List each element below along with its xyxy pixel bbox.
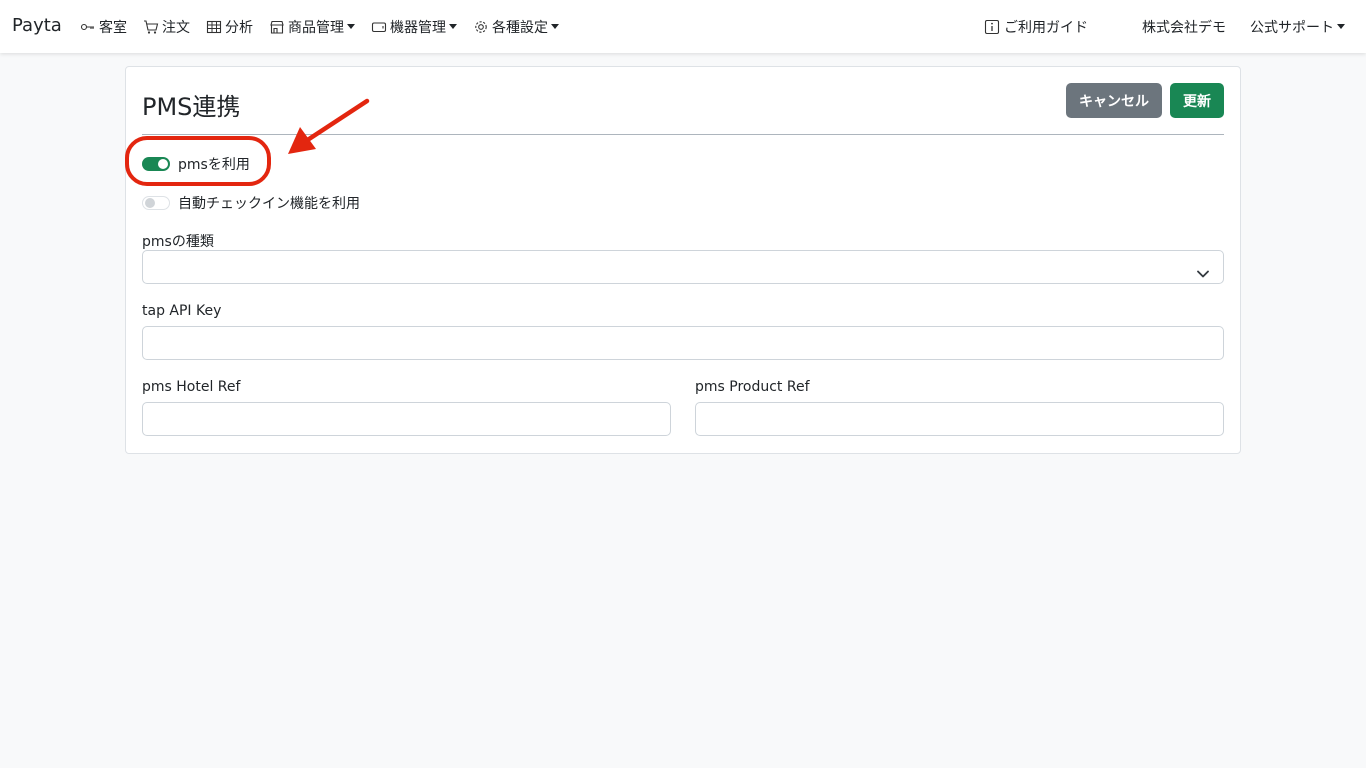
- chevron-down-icon: [1197, 263, 1209, 282]
- use-pms-row: pmsを利用: [142, 154, 250, 174]
- pms-type-label: pmsの種類: [142, 234, 214, 250]
- gear-icon: [473, 19, 489, 35]
- chevron-down-icon: [1337, 24, 1345, 29]
- pms-hotel-ref-input[interactable]: [142, 402, 671, 436]
- tap-api-key-input[interactable]: [142, 326, 1224, 360]
- nav-label: 機器管理: [390, 19, 446, 36]
- chevron-down-icon: [551, 24, 559, 29]
- shop-icon: [269, 19, 285, 35]
- device-icon: [371, 19, 387, 35]
- pms-settings-card: PMS連携 キャンセル 更新 pmsを利用 自動チェックイン機能を利用 pmsの…: [125, 66, 1241, 454]
- info-icon: [984, 19, 1000, 35]
- nav-support-dropdown[interactable]: 公式サポート: [1250, 0, 1345, 53]
- cart-icon: [143, 19, 159, 35]
- support-label: 公式サポート: [1250, 19, 1334, 36]
- nav-item-settings[interactable]: 各種設定: [473, 17, 559, 37]
- pms-product-ref-label: pms Product Ref: [695, 379, 810, 395]
- nav-item-devices[interactable]: 機器管理: [371, 17, 457, 37]
- auto-checkin-toggle[interactable]: [142, 196, 170, 210]
- nav-guide-label: ご利用ガイド: [1004, 19, 1088, 36]
- use-pms-label[interactable]: pmsを利用: [178, 154, 250, 174]
- nav-item-orders[interactable]: 注文: [143, 17, 190, 37]
- nav-item-analytics[interactable]: 分析: [206, 17, 253, 37]
- use-pms-toggle[interactable]: [142, 157, 170, 171]
- nav-item-products[interactable]: 商品管理: [269, 17, 355, 37]
- nav-label: 各種設定: [492, 19, 548, 36]
- chevron-down-icon: [449, 24, 457, 29]
- nav-label: 客室: [99, 19, 127, 36]
- toggle-knob: [158, 159, 168, 169]
- pms-hotel-ref-label: pms Hotel Ref: [142, 379, 241, 395]
- chevron-down-icon: [347, 24, 355, 29]
- pms-type-select[interactable]: [142, 250, 1224, 284]
- toggle-knob: [145, 198, 155, 208]
- pms-product-ref-input[interactable]: [695, 402, 1224, 436]
- company-name: 株式会社デモ: [1142, 19, 1226, 36]
- tap-api-key-label: tap API Key: [142, 303, 222, 319]
- nav-company[interactable]: 株式会社デモ: [1142, 0, 1226, 53]
- cancel-button[interactable]: キャンセル: [1066, 83, 1162, 118]
- nav-guide[interactable]: ご利用ガイド: [984, 0, 1088, 53]
- main-nav: 客室 注文 分析 商品管理 機器管理 各種設定: [80, 0, 575, 53]
- nav-label: 商品管理: [288, 19, 344, 36]
- page-title: PMS連携: [142, 93, 241, 121]
- key-icon: [80, 19, 96, 35]
- nav-label: 注文: [162, 19, 190, 36]
- nav-label: 分析: [225, 19, 253, 36]
- table-icon: [206, 19, 222, 35]
- update-button[interactable]: 更新: [1170, 83, 1224, 118]
- brand-logo[interactable]: Payta: [12, 15, 62, 36]
- header-divider: [142, 134, 1224, 135]
- auto-checkin-label[interactable]: 自動チェックイン機能を利用: [178, 193, 360, 213]
- nav-item-rooms[interactable]: 客室: [80, 17, 127, 37]
- auto-checkin-row: 自動チェックイン機能を利用: [142, 193, 360, 213]
- top-navbar: Payta 客室 注文 分析 商品管理 機器管理 各種設定 ご利用ガイド 株式会…: [0, 0, 1366, 53]
